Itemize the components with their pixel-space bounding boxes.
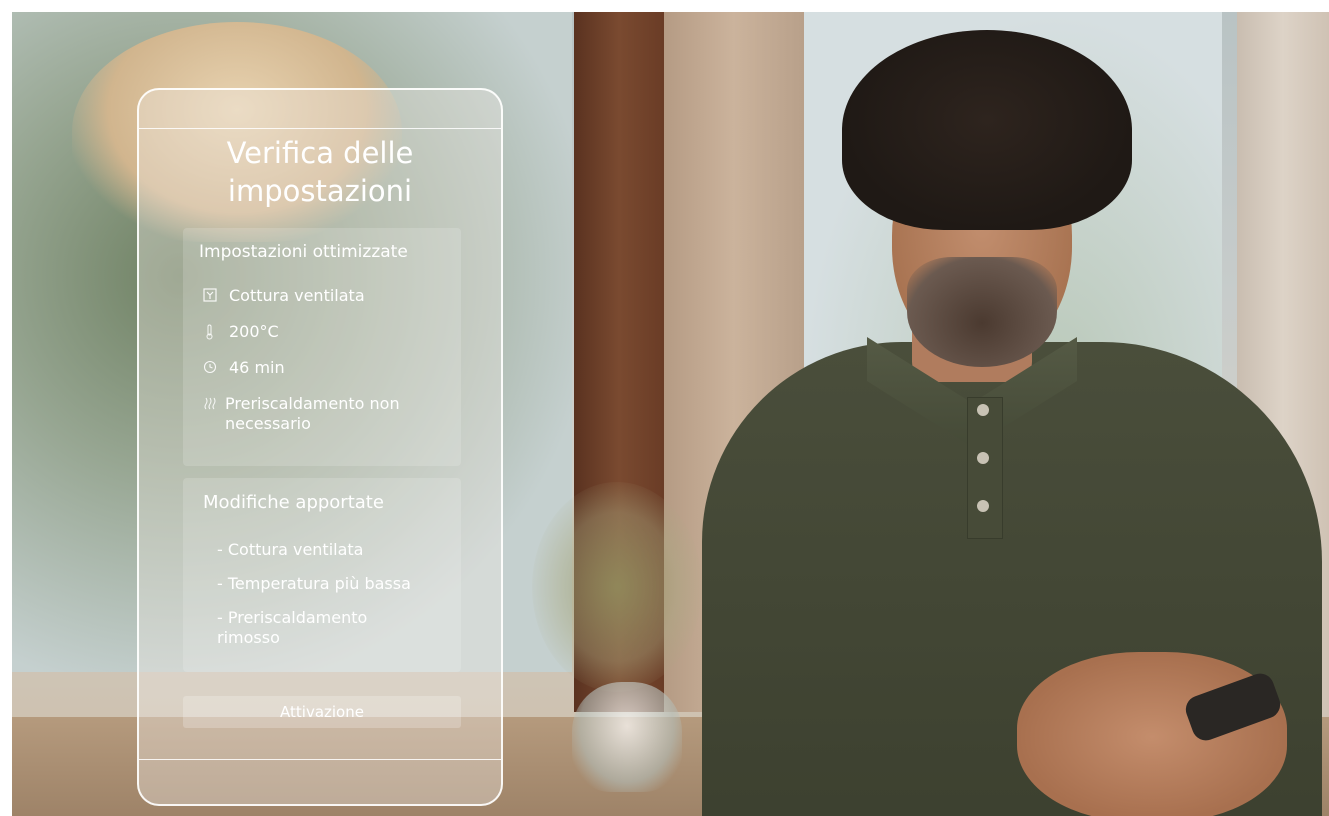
- change-item: - Preriscaldamento rimosso: [217, 608, 368, 647]
- phone-screen-overlay: Verifica delle impostazioni Impostazioni…: [137, 88, 503, 806]
- person-hair: [842, 30, 1132, 230]
- screen-title: Verifica delle impostazioni: [226, 136, 414, 208]
- setting-label: 200°C: [229, 322, 279, 341]
- activate-button[interactable]: Attivazione: [183, 696, 461, 728]
- change-item: - Temperatura più bassa: [217, 574, 411, 593]
- person-beard: [907, 257, 1057, 367]
- setting-label: 46 min: [229, 358, 285, 377]
- setting-label: Preriscaldamento non necessario: [225, 394, 400, 433]
- status-bar-divider: [139, 128, 501, 129]
- setting-row: 46 min: [203, 358, 285, 380]
- optimized-settings-card: Impostazioni ottimizzate Cottura ventila…: [183, 228, 461, 466]
- setting-label: Cottura ventilata: [229, 286, 365, 305]
- optimized-settings-heading: Impostazioni ottimizzate: [199, 242, 408, 262]
- change-item: - Cottura ventilata: [217, 540, 364, 559]
- polo-button: [977, 452, 989, 464]
- home-bar-divider: [139, 759, 501, 760]
- polo-button: [977, 404, 989, 416]
- polo-placket: [967, 397, 1003, 539]
- polo-button: [977, 500, 989, 512]
- changes-heading: Modifiche apportate: [203, 492, 384, 513]
- clock-icon: [203, 360, 221, 380]
- setting-row: Cottura ventilata: [203, 286, 365, 308]
- setting-row: 200°C: [203, 322, 279, 346]
- setting-row: Preriscaldamento non necessario: [203, 394, 423, 434]
- changes-card: Modifiche apportate - Cottura ventilata …: [183, 478, 461, 672]
- plant: [532, 482, 702, 692]
- fan-icon: [203, 288, 221, 308]
- thermometer-icon: [203, 324, 221, 346]
- glass-vase: [572, 682, 682, 792]
- heat-waves-icon: [203, 396, 217, 416]
